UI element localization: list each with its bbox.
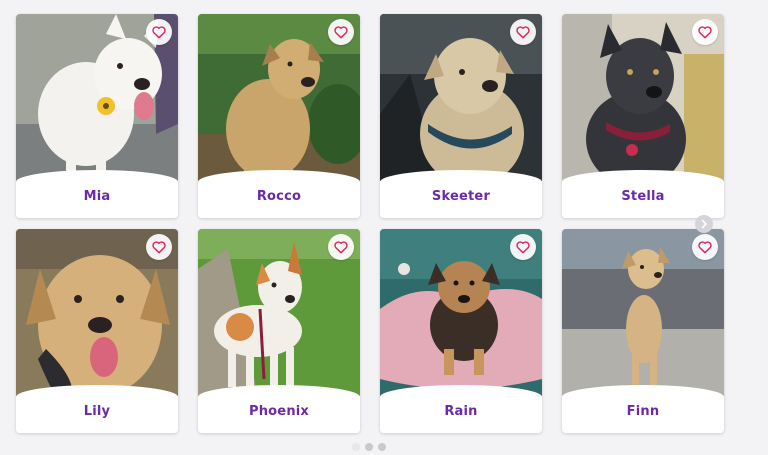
pet-name: Rocco: [256, 188, 302, 204]
favorite-button[interactable]: [328, 19, 354, 45]
heart-outline-icon: [516, 26, 530, 39]
pet-name-area: Stella: [562, 170, 724, 218]
carousel-dot-1[interactable]: [352, 443, 360, 451]
favorite-button[interactable]: [510, 19, 536, 45]
favorite-button[interactable]: [510, 234, 536, 260]
favorite-button[interactable]: [146, 234, 172, 260]
pet-name-area: Rain: [380, 385, 542, 433]
chevron-right-icon: [701, 219, 707, 229]
pet-card-phoenix[interactable]: Phoenix: [198, 229, 360, 433]
pet-name-area: Skeeter: [380, 170, 542, 218]
pet-name: Finn: [626, 403, 660, 419]
pet-card-rain[interactable]: Rain: [380, 229, 542, 433]
pet-card-stella[interactable]: Stella: [562, 14, 724, 218]
heart-outline-icon: [698, 241, 712, 254]
heart-outline-icon: [698, 26, 712, 39]
pet-card-grid: Mia Rocco Skeeter Stella Lily Phoenix Ra…: [16, 14, 724, 433]
carousel-dot-2[interactable]: [365, 443, 373, 451]
pet-card-lily[interactable]: Lily: [16, 229, 178, 433]
pet-card-mia[interactable]: Mia: [16, 14, 178, 218]
pet-name: Mia: [83, 188, 111, 204]
favorite-button[interactable]: [692, 19, 718, 45]
pet-card-finn[interactable]: Finn: [562, 229, 724, 433]
pet-name: Skeeter: [431, 188, 491, 204]
favorite-button[interactable]: [328, 234, 354, 260]
carousel-dot-3[interactable]: [378, 443, 386, 451]
pet-card-rocco[interactable]: Rocco: [198, 14, 360, 218]
pet-name: Rain: [444, 403, 478, 419]
heart-outline-icon: [152, 26, 166, 39]
pet-name: Stella: [621, 188, 665, 204]
heart-outline-icon: [516, 241, 530, 254]
pet-name-area: Phoenix: [198, 385, 360, 433]
heart-outline-icon: [334, 241, 348, 254]
pet-name-area: Mia: [16, 170, 178, 218]
carousel-next-button[interactable]: [695, 215, 713, 233]
pet-name-area: Lily: [16, 385, 178, 433]
pet-name: Phoenix: [248, 403, 310, 419]
pet-name-area: Finn: [562, 385, 724, 433]
pet-card-skeeter[interactable]: Skeeter: [380, 14, 542, 218]
favorite-button[interactable]: [692, 234, 718, 260]
carousel-pagination: [352, 443, 386, 451]
pet-name: Lily: [83, 403, 111, 419]
pet-name-area: Rocco: [198, 170, 360, 218]
favorite-button[interactable]: [146, 19, 172, 45]
heart-outline-icon: [334, 26, 348, 39]
heart-outline-icon: [152, 241, 166, 254]
